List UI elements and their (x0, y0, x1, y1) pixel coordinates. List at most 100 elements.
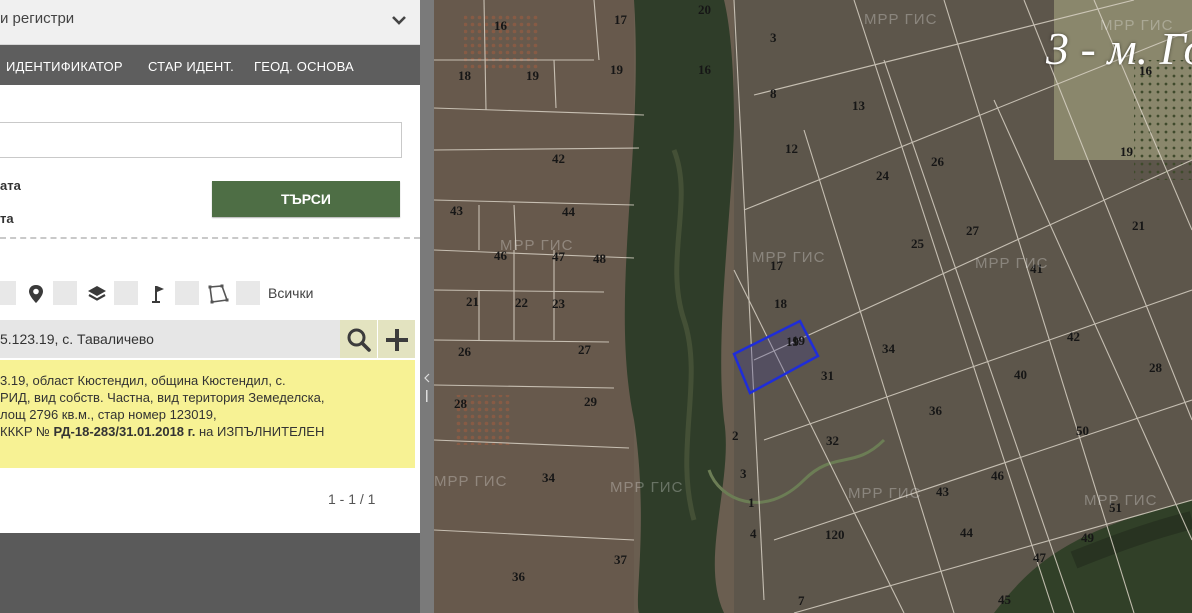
parcel-label: 37 (614, 552, 628, 567)
watermark-text: МРР ГИС (975, 255, 1048, 272)
search-option-2[interactable]: та (0, 211, 14, 226)
search-tabs: ИДЕНТИФИКАТОР СТАР ИДЕНТ. ГЕОД. ОСНОВА (0, 45, 420, 85)
parcel-label: 1 (748, 495, 755, 510)
parcel-label: 18 (458, 68, 472, 83)
parcel-label: 48 (593, 251, 607, 266)
filter-checkbox-4[interactable] (175, 281, 199, 305)
parcel-label: 21 (1132, 218, 1145, 233)
parcel-label: 24 (876, 168, 890, 183)
cadastral-map[interactable]: 16 17161918 1920381316421226192443 4427 2125… (434, 0, 1192, 613)
parcel-label: 21 (466, 294, 479, 309)
filter-checkbox-1[interactable] (0, 281, 16, 305)
flag-icon[interactable] (147, 283, 169, 305)
parcel-label: 44 (562, 204, 576, 219)
watermark-text: МРР ГИС (610, 479, 683, 496)
parcel-label: 50 (1076, 423, 1089, 438)
plus-icon (386, 329, 408, 351)
parcel-label: 16 (698, 62, 712, 77)
parcel-label: 31 (821, 368, 834, 383)
filter-all-label: Всички (268, 285, 314, 301)
search-button[interactable]: ТЪРСИ (212, 181, 400, 217)
watermark-text: МРР ГИС (1084, 492, 1157, 509)
watermark-text: МРР ГИС (434, 473, 507, 490)
selected-parcel-label: 19 (786, 334, 800, 349)
result-detail-line-1: 3.19, област Кюстендил, община Кюстендил… (0, 373, 286, 388)
filter-row: Всички (0, 281, 420, 307)
watermark-text: МРР ГИС (864, 11, 937, 28)
search-option-1[interactable]: ата (0, 178, 21, 193)
parcel-label: 42 (552, 151, 565, 166)
parcel-label: 19 (1120, 144, 1134, 159)
result-details: 3.19, област Кюстендил, община Кюстендил… (0, 360, 415, 468)
polygon-icon[interactable] (207, 283, 229, 305)
parcel-label: 19 (610, 62, 624, 77)
parcel-label: 32 (826, 433, 839, 448)
order-number: РД-18-283/31.01.2018 г. (53, 424, 196, 439)
parcel-label: 120 (825, 527, 845, 542)
collapse-arrow-icon[interactable] (424, 370, 430, 406)
tab-identifier[interactable]: ИДЕНТИФИКАТОР (6, 59, 123, 74)
zoom-to-result-button[interactable] (340, 320, 377, 358)
parcel-label: 20 (698, 2, 711, 17)
watermark-text: МРР ГИС (500, 237, 573, 254)
parcel-label: 34 (542, 470, 556, 485)
search-icon (347, 328, 371, 352)
parcel-label: 29 (584, 394, 598, 409)
result-detail-line-3: лощ 2796 кв.м., стар номер 123019, (0, 407, 217, 422)
result-item-text: 5.123.19, с. Таваличево (0, 331, 154, 347)
add-result-button[interactable] (378, 320, 415, 358)
parcel-label: 47 (1033, 550, 1047, 565)
parcel-label: 8 (770, 86, 777, 101)
watermark-text: МРР ГИС (752, 249, 825, 266)
parcel-label: 25 (911, 236, 925, 251)
watermark-text: МРР ГИС (848, 485, 921, 502)
parcel-label: 34 (882, 341, 896, 356)
result-detail-line-2: РИД, вид собств. Частна, вид територия З… (0, 390, 325, 405)
panel-splitter[interactable] (420, 0, 434, 613)
parcel-label: 18 (774, 296, 788, 311)
parcel-label: 3 (770, 30, 777, 45)
parcel-label: 40 (1014, 367, 1027, 382)
parcel-label: 36 (929, 403, 943, 418)
parcel-label: 45 (998, 592, 1012, 607)
search-panel: и регистри ИДЕНТИФИКАТОР СТАР ИДЕНТ. ГЕО… (0, 0, 420, 613)
search-form: ата та ТЪРСИ Всички 5.123.19, с. Тавалич… (0, 85, 420, 533)
pagination-info: 1 - 1 / 1 (328, 491, 376, 507)
parcel-label: 19 (526, 68, 540, 83)
result-detail-line-4: ККKP № РД-18-283/31.01.2018 г. на ИЗПЪЛН… (0, 424, 324, 439)
locality-title: 3 - м. Големи Рид (1046, 23, 1192, 74)
map-view[interactable]: 16 17 16 19 18 19 20 3 8 13 16 42 12 26 19 24 43 44 27 21 25… (434, 0, 1192, 613)
parcel-label: 17 (614, 12, 628, 27)
parcel-label: 36 (512, 569, 526, 584)
parcel-label: 23 (552, 296, 566, 311)
map-pin-icon[interactable] (25, 283, 47, 305)
parcel-label: 43 (450, 203, 464, 218)
register-dropdown[interactable]: и регистри (0, 0, 420, 45)
layers-icon[interactable] (86, 283, 108, 305)
detail-mid: на (199, 424, 214, 439)
parcel-label: 42 (1067, 329, 1080, 344)
tab-old-identifier[interactable]: СТАР ИДЕНТ. (148, 59, 234, 74)
result-item[interactable]: 5.123.19, с. Таваличево (0, 320, 340, 358)
parcel-label: 26 (458, 344, 472, 359)
filter-checkbox-3[interactable] (114, 281, 138, 305)
tab-geodetic-base[interactable]: ГЕОД. ОСНОВА (254, 59, 354, 74)
parcel-label: 7 (798, 593, 805, 608)
parcel-label: 44 (960, 525, 974, 540)
parcel-label: 12 (785, 141, 798, 156)
parcel-label: 46 (991, 468, 1005, 483)
register-dropdown-label: и регистри (0, 10, 75, 27)
parcel-label: 28 (454, 396, 468, 411)
detail-tail: ИЗПЪЛНИТЕЛЕН (217, 424, 325, 439)
filter-all-checkbox[interactable] (236, 281, 260, 305)
parcel-label: 4 (750, 526, 757, 541)
parcel-label: 22 (515, 295, 528, 310)
parcel-label: 13 (852, 98, 866, 113)
search-input[interactable] (0, 122, 402, 158)
parcel-label: 26 (931, 154, 945, 169)
parcel-label: 49 (1081, 530, 1095, 545)
parcel-label: 43 (936, 484, 950, 499)
filter-checkbox-2[interactable] (53, 281, 77, 305)
parcel-label: 3 (740, 466, 747, 481)
chevron-down-icon[interactable] (388, 9, 410, 31)
